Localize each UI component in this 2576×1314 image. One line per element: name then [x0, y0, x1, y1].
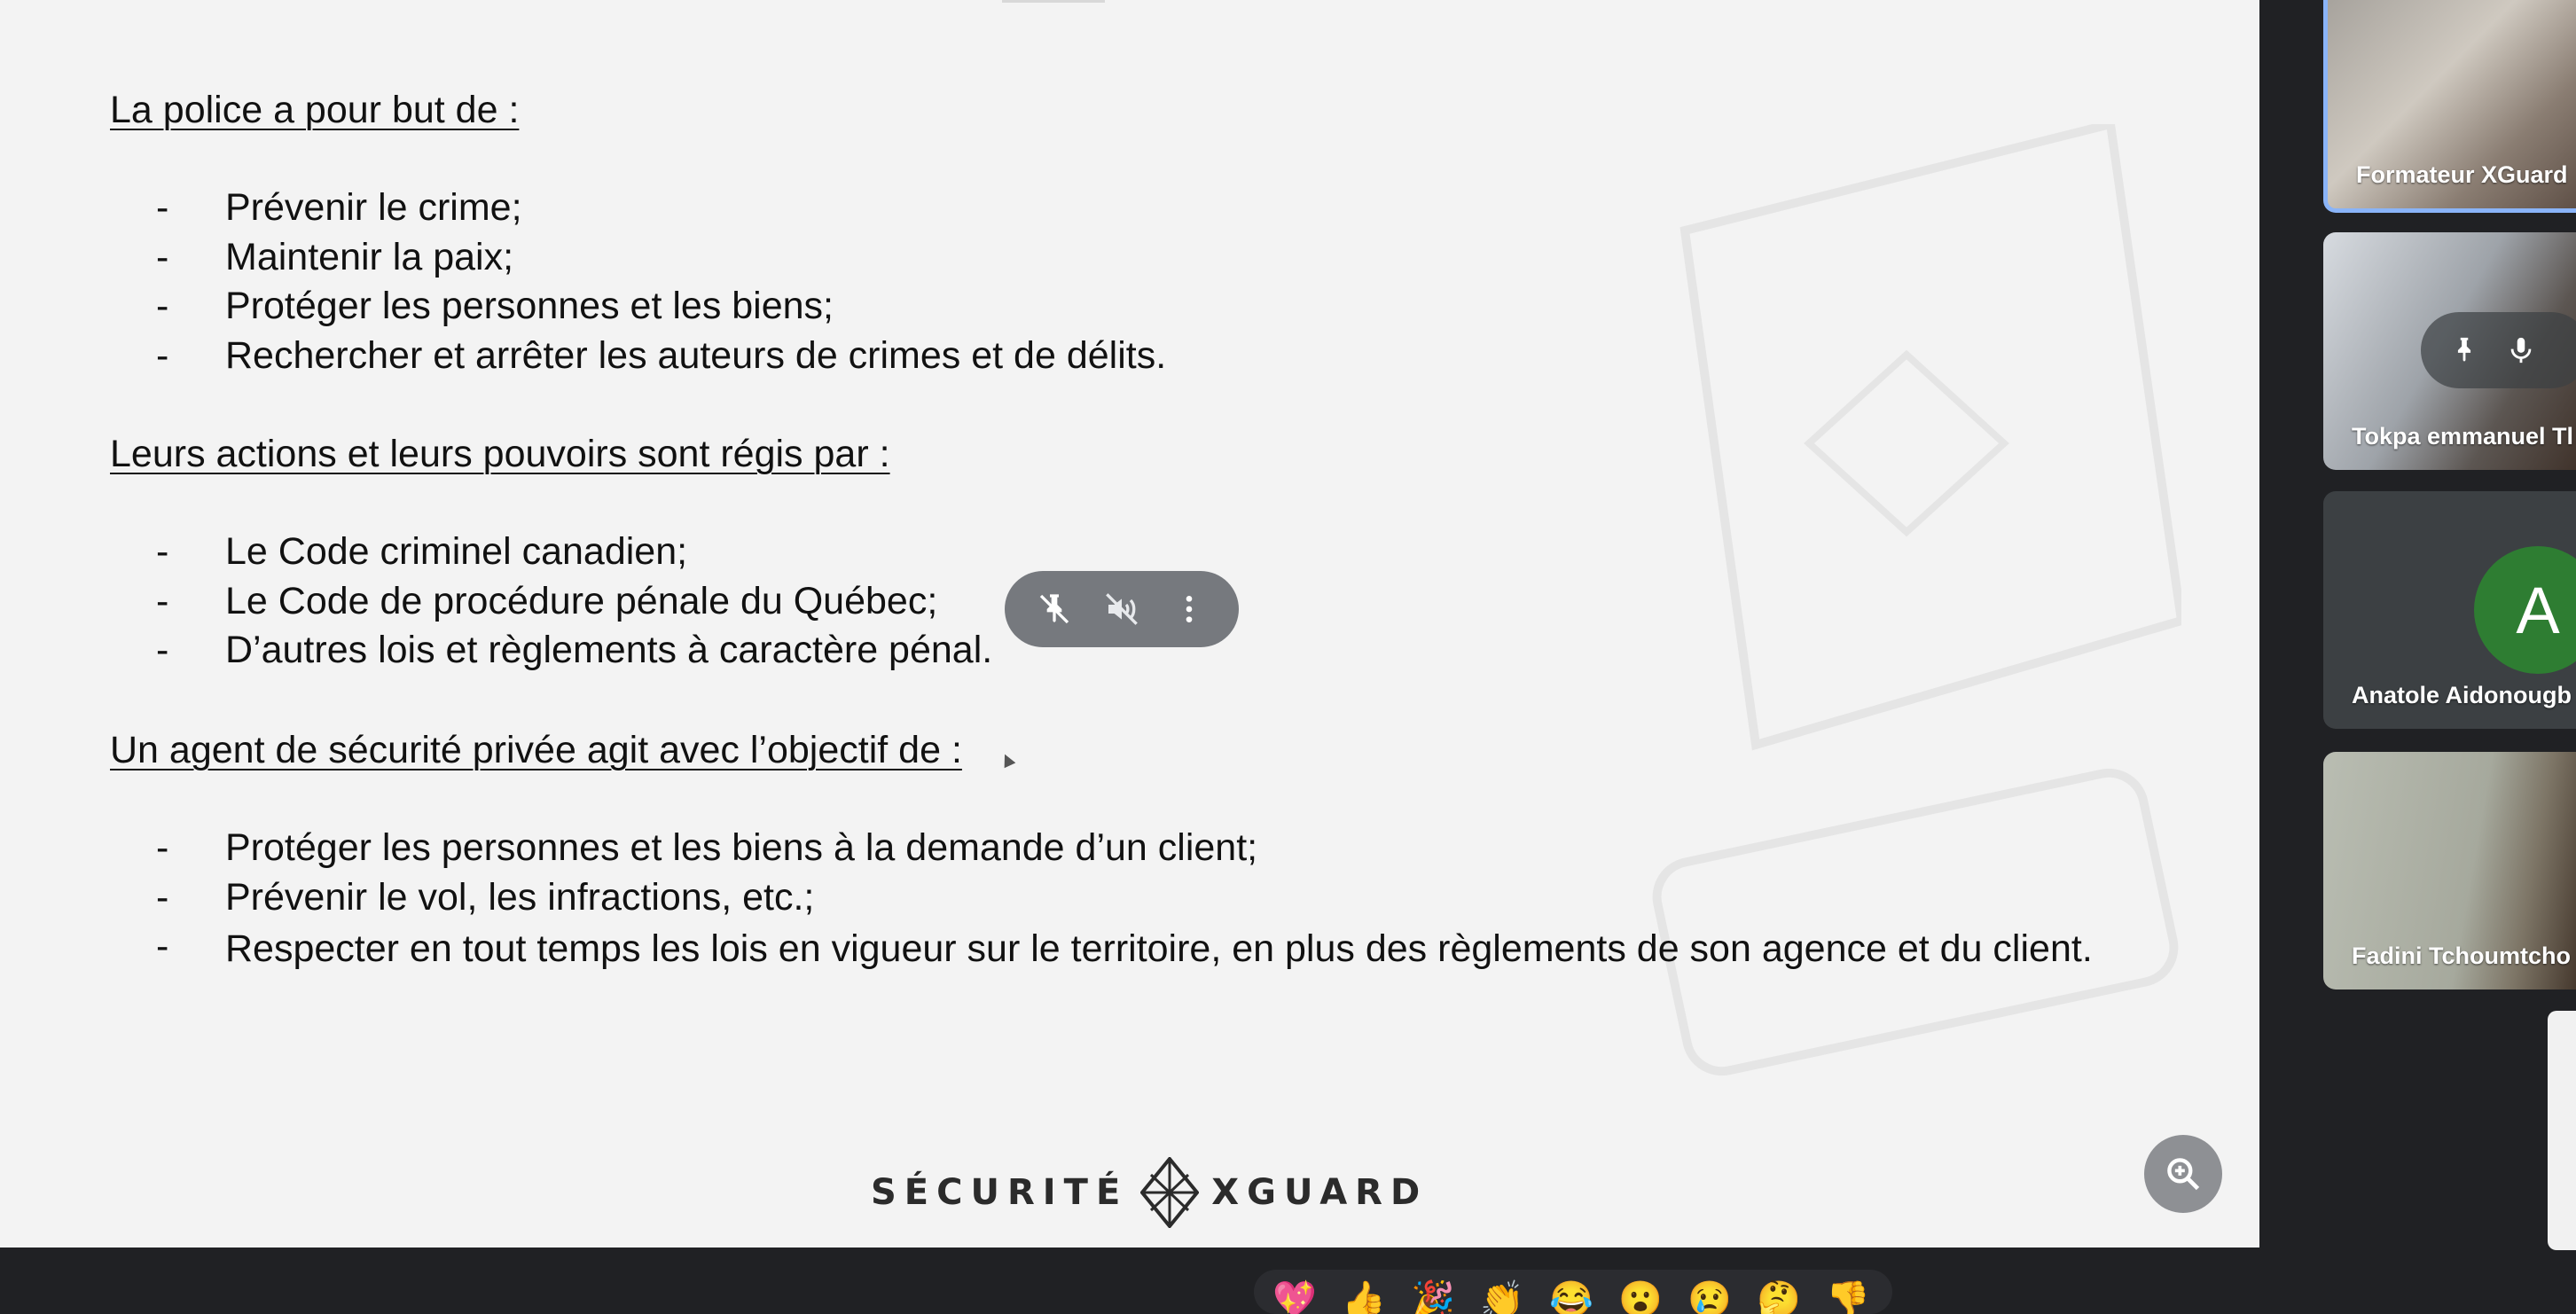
- bullet-text: D’autres lois et règlements à caractère …: [225, 629, 993, 671]
- participant-name: Fadini Tchoumtcho: [2352, 942, 2571, 969]
- reaction-emoji[interactable]: 🎉: [1410, 1282, 1456, 1314]
- microphone-icon[interactable]: [2506, 335, 2536, 365]
- presenter-controls: [1005, 571, 1239, 647]
- presentation-slide: La police a pour but de : - Prévenir le cr…: [0, 0, 2259, 1248]
- reaction-emoji[interactable]: 😮: [1617, 1282, 1664, 1314]
- bullet-text: Rechercher et arrêter les auteurs de cri…: [225, 333, 1167, 377]
- reaction-emoji[interactable]: 🤔: [1756, 1282, 1802, 1314]
- pin-icon[interactable]: [2449, 335, 2479, 365]
- logo-word-left: SÉCURITÉ: [871, 1172, 1129, 1213]
- side-panel-edge: [2548, 1011, 2576, 1250]
- reaction-emoji[interactable]: 👍: [1341, 1282, 1387, 1314]
- bullet-text: Prévenir le vol, les infractions, etc.;: [225, 875, 815, 919]
- bullet-text: Maintenir la paix;: [225, 235, 514, 278]
- participant-name: Formateur XGuard: [2356, 161, 2568, 188]
- participant-tile[interactable]: Formateur XGuard: [2323, 0, 2576, 213]
- mute-off-icon[interactable]: [1099, 586, 1145, 632]
- reaction-emoji[interactable]: 👏: [1479, 1282, 1525, 1314]
- bullet-marker: -: [156, 235, 169, 278]
- bullet-marker: -: [156, 629, 169, 671]
- participant-name: Anatole Aidonougb: [2352, 682, 2572, 708]
- section-heading: Leurs actions et leurs pouvoirs sont rég…: [110, 433, 890, 475]
- company-logo: SÉCURITÉ XGUARD: [871, 1157, 1428, 1228]
- bullet-marker: -: [156, 333, 169, 377]
- tile-hover-controls: [2421, 312, 2576, 388]
- section-heading: La police a pour but de :: [110, 89, 520, 131]
- unpin-icon[interactable]: [1031, 586, 1077, 632]
- participant-name: Tokpa emmanuel Tl: [2352, 423, 2574, 450]
- logo-word-right: XGUARD: [1211, 1172, 1429, 1213]
- bullet-marker: -: [156, 530, 169, 573]
- zoom-in-icon: [2167, 1158, 2200, 1191]
- reaction-emoji[interactable]: 👎: [1825, 1282, 1871, 1314]
- bullet-text: Le Code de procédure pénale du Québec;: [225, 579, 938, 622]
- section-heading: Un agent de sécurité privée agit avec l’…: [110, 729, 962, 771]
- bullet-marker: -: [156, 826, 169, 869]
- bullet-marker: -: [156, 186, 169, 229]
- reactions-bar: 💖 👍 🎉 👏 😂 😮 😢 🤔 👎: [1254, 1270, 1892, 1314]
- bullet-text: Prévenir le crime;: [225, 186, 522, 229]
- participant-tile[interactable]: Fadini Tchoumtcho: [2323, 752, 2576, 989]
- bullet-text: Protéger les personnes et les biens;: [225, 285, 834, 327]
- participant-tile[interactable]: A Anatole Aidonougb: [2323, 491, 2576, 729]
- shield-logo-icon: [1140, 1157, 1200, 1228]
- bullet-marker: -: [156, 285, 169, 327]
- bullet-marker: -: [156, 925, 169, 967]
- bullet-text: Respecter en tout temps les lois en vigu…: [225, 927, 2093, 970]
- avatar: A: [2474, 546, 2576, 674]
- bullet-marker: -: [156, 579, 169, 622]
- reaction-emoji[interactable]: 💖: [1272, 1282, 1318, 1314]
- reaction-emoji[interactable]: 😂: [1548, 1282, 1594, 1314]
- more-options-icon[interactable]: [1166, 586, 1212, 632]
- bullet-text: Le Code criminel canadien;: [225, 530, 688, 573]
- bullet-text: Protéger les personnes et les biens à la…: [225, 826, 1258, 869]
- bullet-marker: -: [156, 875, 169, 919]
- participant-tile[interactable]: Tokpa emmanuel Tl: [2323, 232, 2576, 470]
- reaction-emoji[interactable]: 😢: [1687, 1282, 1733, 1314]
- zoom-in-button[interactable]: [2144, 1135, 2222, 1213]
